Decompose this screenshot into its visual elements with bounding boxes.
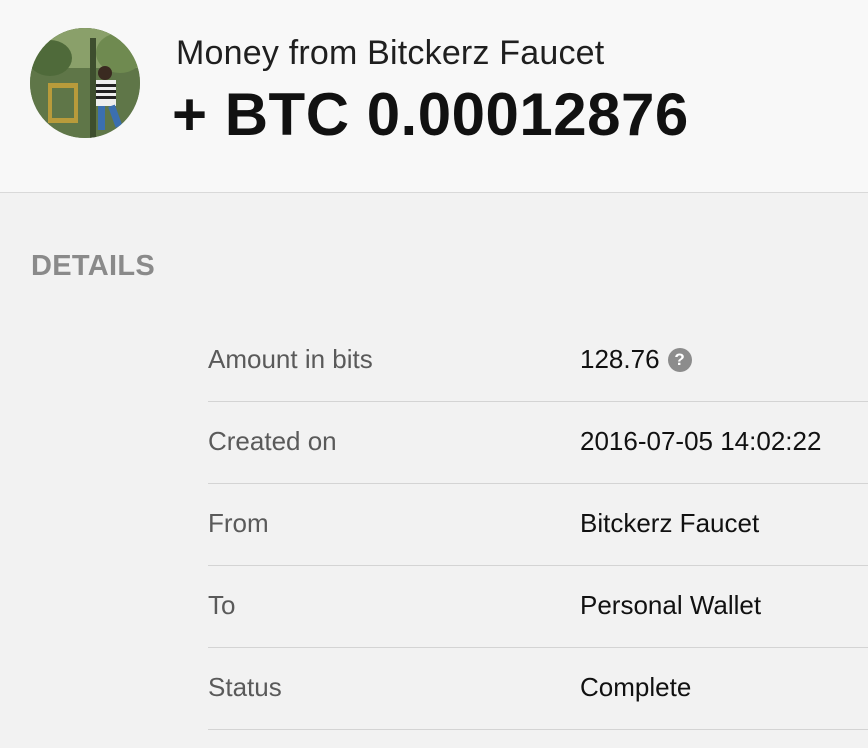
detail-label: To [208, 590, 236, 620]
transaction-amount: + BTC 0.00012876 [172, 81, 689, 148]
detail-value: 2016-07-05 14:02:22 [580, 426, 822, 456]
help-icon[interactable]: ? [667, 347, 692, 372]
detail-label: Amount in bits [208, 344, 373, 374]
detail-value: 128.76 [580, 344, 660, 374]
details-heading: DETAILS [31, 250, 156, 282]
avatar-photo-icon [30, 28, 140, 138]
detail-value: Complete [580, 672, 692, 702]
avatar [30, 28, 140, 138]
detail-label: Created on [208, 426, 337, 456]
detail-value-wrapper: 128.76 ? [580, 344, 692, 375]
detail-label: Status [208, 672, 282, 702]
detail-row-to: To Personal Wallet [208, 566, 868, 648]
details-table: Amount in bits 128.76 ? Created on 2016-… [208, 320, 868, 730]
detail-label: From [208, 508, 269, 538]
transaction-title: Money from Bitckerz Faucet [176, 34, 605, 72]
detail-row-from: From Bitckerz Faucet [208, 484, 868, 566]
detail-row-status: Status Complete [208, 648, 868, 730]
detail-value: Personal Wallet [580, 590, 762, 620]
detail-row-created-on: Created on 2016-07-05 14:02:22 [208, 402, 868, 484]
detail-value: Bitckerz Faucet [580, 508, 760, 538]
detail-row-amount-in-bits: Amount in bits 128.76 ? [208, 320, 868, 402]
transaction-header: Money from Bitckerz Faucet + BTC 0.00012… [0, 0, 868, 193]
